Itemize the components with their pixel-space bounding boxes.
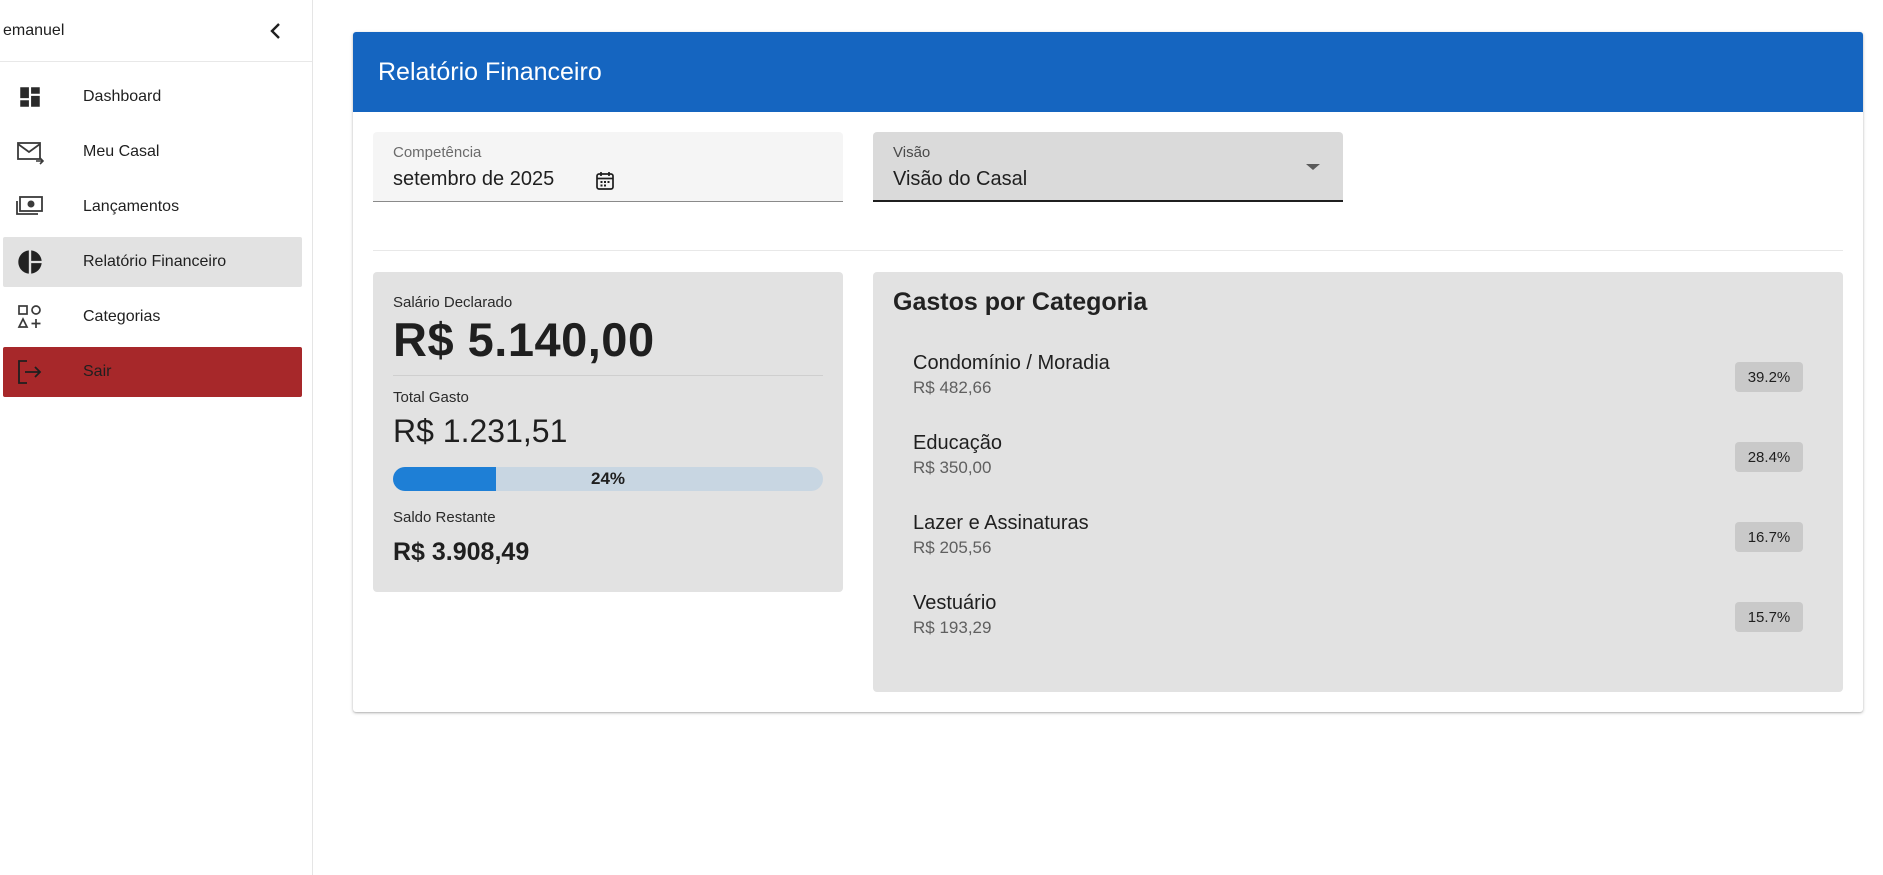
- mail-icon: [15, 137, 45, 167]
- percent-badge: 28.4%: [1735, 442, 1803, 472]
- visao-value: Visão do Casal: [893, 168, 1028, 190]
- competencia-label: Competência: [393, 144, 482, 161]
- category-value: R$ 193,29: [913, 618, 992, 637]
- sidebar-nav: Dashboard Meu Casal Lançamentos Relatóri…: [0, 62, 312, 397]
- sidebar-item-sair[interactable]: Sair: [3, 347, 302, 397]
- list-item: Lazer e Assinaturas R$ 205,56 16.7%: [873, 512, 1843, 592]
- progress-percent: 24%: [590, 469, 626, 488]
- user-name: emanuel: [3, 21, 65, 39]
- percent-badge: 39.2%: [1735, 362, 1803, 392]
- dashboard-icon: [15, 82, 45, 112]
- category-name: Educação: [913, 432, 1002, 454]
- pie-chart-icon: [15, 247, 45, 277]
- saldo-value: R$ 3.908,49: [393, 538, 530, 566]
- divider: [373, 250, 1843, 251]
- sidebar-item-label: Dashboard: [83, 88, 162, 105]
- category-name: Condomínio / Moradia: [913, 352, 1110, 374]
- summary-divider: [393, 375, 823, 376]
- report-card: Relatório Financeiro Competência setembr…: [353, 32, 1863, 712]
- total-gasto-label: Total Gasto: [393, 389, 469, 406]
- sidebar-item-label: Lançamentos: [83, 198, 180, 215]
- category-icon: [15, 302, 45, 332]
- money-icon: [15, 192, 45, 222]
- salario-label: Salário Declarado: [393, 294, 513, 311]
- sidebar-item-lancamentos[interactable]: Lançamentos: [3, 182, 302, 232]
- category-value: R$ 350,00: [913, 458, 992, 477]
- categories-title: Gastos por Categoria: [893, 288, 1148, 316]
- sidebar-header: emanuel: [0, 0, 312, 62]
- total-gasto-value: R$ 1.231,51: [393, 413, 568, 449]
- competencia-value: setembro de 2025: [393, 168, 555, 190]
- list-item: Vestuário R$ 193,29 15.7%: [873, 592, 1843, 672]
- list-item: Condomínio / Moradia R$ 482,66 39.2%: [873, 352, 1843, 432]
- spending-progress-bar: 24%: [393, 467, 823, 491]
- sidebar-item-label: Sair: [83, 363, 112, 380]
- filters: Competência setembro de 2025 Visão Visão…: [373, 132, 1843, 282]
- salario-value: R$ 5.140,00: [393, 313, 655, 366]
- chevron-left-icon: [270, 22, 280, 39]
- percent-badge: 15.7%: [1735, 602, 1803, 632]
- visao-select[interactable]: Visão Visão do Casal: [873, 132, 1343, 202]
- calendar-icon[interactable]: [594, 170, 616, 192]
- sidebar-item-relatorio-financeiro[interactable]: Relatório Financeiro: [3, 237, 302, 287]
- saldo-label: Saldo Restante: [393, 509, 496, 526]
- category-value: R$ 482,66: [913, 378, 992, 397]
- category-list: Condomínio / Moradia R$ 482,66 39.2% Edu…: [873, 352, 1843, 672]
- category-value: R$ 205,56: [913, 538, 992, 557]
- logout-icon: [15, 357, 45, 387]
- sidebar-item-label: Categorias: [83, 308, 161, 325]
- percent-badge: 16.7%: [1735, 522, 1803, 552]
- sidebar-item-meu-casal[interactable]: Meu Casal: [3, 127, 302, 177]
- visao-label: Visão: [893, 144, 931, 161]
- list-item: Educação R$ 350,00 28.4%: [873, 432, 1843, 512]
- categories-card: Gastos por Categoria Condomínio / Moradi…: [873, 272, 1843, 692]
- dropdown-arrow-icon: [1306, 164, 1320, 170]
- sidebar-item-label: Relatório Financeiro: [83, 253, 227, 270]
- sidebar: emanuel Dashboard Meu Casal Lançamentos: [0, 0, 313, 875]
- collapse-sidebar-button[interactable]: [264, 19, 288, 43]
- category-name: Vestuário: [913, 592, 997, 614]
- sidebar-item-label: Meu Casal: [83, 143, 160, 160]
- sidebar-item-dashboard[interactable]: Dashboard: [3, 72, 302, 122]
- salary-summary-card: Salário Declarado R$ 5.140,00 Total Gast…: [373, 272, 843, 592]
- report-header: Relatório Financeiro: [353, 32, 1863, 112]
- competencia-field[interactable]: Competência setembro de 2025: [373, 132, 843, 202]
- category-name: Lazer e Assinaturas: [913, 512, 1089, 534]
- sidebar-item-categorias[interactable]: Categorias: [3, 292, 302, 342]
- page-title: Relatório Financeiro: [378, 57, 602, 86]
